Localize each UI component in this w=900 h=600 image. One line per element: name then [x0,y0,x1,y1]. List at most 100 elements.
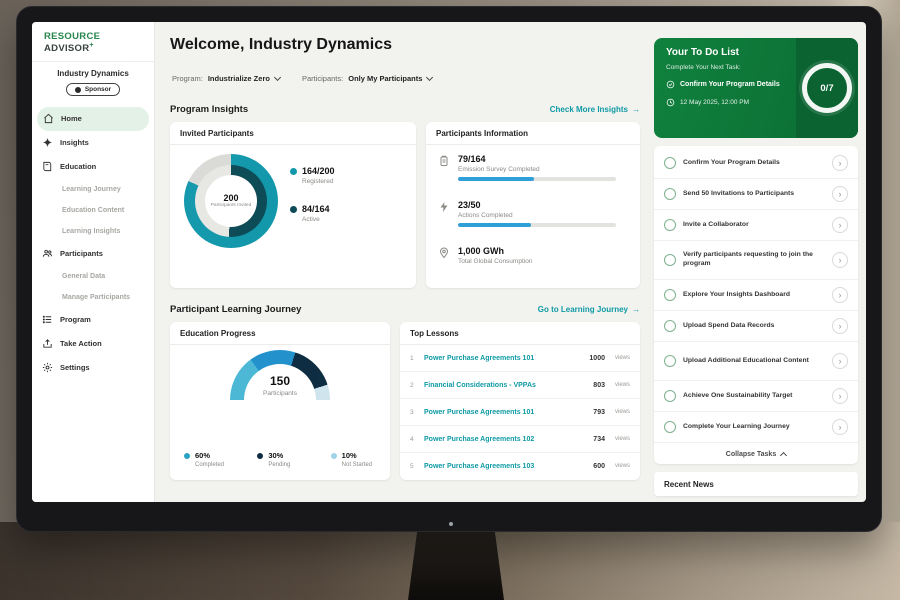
lesson-row: 3 Power Purchase Agreements 101 793 view… [400,399,640,426]
section-title: Participant Learning Journey [170,304,301,315]
actions-lightning-icon [438,201,450,213]
task-checkbox[interactable] [664,188,676,200]
task-checkbox[interactable] [664,355,676,367]
education-progress-card: Education Progress 150 Participants 60% … [170,322,390,480]
task-checkbox[interactable] [664,421,676,433]
lesson-views: 1000 [589,355,605,362]
task-label: Complete Your Learning Journey [683,423,825,432]
card-title: Participants Information [426,122,640,145]
todo-next-task[interactable]: Confirm Your Program Details [666,80,780,89]
task-checkbox[interactable] [664,254,676,266]
chevron-right-icon[interactable]: › [832,388,848,404]
metric-value: 79/164 [458,154,616,164]
lesson-views: 600 [593,463,605,470]
program-dropdown[interactable]: Program: Industrialize Zero [172,74,280,83]
sidebar-item-label: Settings [60,363,90,372]
task-checkbox[interactable] [664,289,676,301]
chevron-right-icon[interactable]: › [832,217,848,233]
task-row[interactable]: Verify participants requesting to join t… [654,241,858,280]
sidebar-item-participants[interactable]: Participants [32,242,154,266]
task-row[interactable]: Upload Spend Data Records › [654,311,858,342]
sidebar-item-learning-insights[interactable]: Learning Insights [32,221,154,242]
lesson-link[interactable]: Power Purchase Agreements 101 [424,409,586,416]
legend-value: 84/164 [302,204,330,214]
lesson-row: 1 Power Purchase Agreements 101 1000 vie… [400,345,640,372]
check-more-insights-link[interactable]: Check More Insights → [550,105,640,114]
chevron-right-icon[interactable]: › [832,318,848,334]
legend-dot [184,453,190,459]
chevron-right-icon[interactable]: › [832,155,848,171]
task-row[interactable]: Explore Your Insights Dashboard › [654,280,858,311]
chevron-right-icon[interactable]: › [832,252,848,268]
legend-label: Completed [195,462,243,468]
recent-news-bar[interactable]: Recent News [654,472,858,496]
sponsor-icon [75,87,81,93]
info-row-survey: 79/164 Emission Survey Completed [438,154,628,181]
sidebar-item-program[interactable]: Program [32,308,154,332]
arrow-right-icon: → [632,105,640,114]
task-row[interactable]: Achieve One Sustainability Target › [654,381,858,412]
sidebar-item-home[interactable]: Home [37,107,149,131]
task-checkbox[interactable] [664,320,676,332]
task-label: Verify participants requesting to join t… [683,251,825,269]
legend-label: Active [302,216,330,223]
gauge-center-label: Participants [170,390,390,397]
go-to-learning-journey-link[interactable]: Go to Learning Journey → [538,305,640,314]
task-row[interactable]: Invite a Collaborator › [654,210,858,241]
task-row[interactable]: Confirm Your Program Details › [654,148,858,179]
take-action-icon [42,338,53,349]
chevron-right-icon[interactable]: › [832,287,848,303]
collapse-tasks-button[interactable]: Collapse Tasks [654,443,858,465]
task-checkbox[interactable] [664,390,676,402]
task-row[interactable]: Complete Your Learning Journey › [654,412,858,443]
task-checkbox[interactable] [664,219,676,231]
screen: RESOURCE ADVISOR+ Industry Dynamics Spon… [32,22,866,502]
task-label: Invite a Collaborator [683,221,825,230]
sidebar-item-label: Take Action [60,339,102,348]
gauge-legend: 60% Completed 30% Pending 10% Not Starte… [170,451,390,468]
sidebar-item-take-action[interactable]: Take Action [32,332,154,356]
sidebar-item-education-content[interactable]: Education Content [32,200,154,221]
todo-title: Your To Do List [666,47,739,58]
lesson-link[interactable]: Power Purchase Agreements 102 [424,436,586,443]
task-row[interactable]: Upload Additional Educational Content › [654,342,858,381]
sidebar-item-settings[interactable]: Settings [32,356,154,380]
chevron-right-icon[interactable]: › [832,419,848,435]
sidebar-item-label: General Data [62,273,105,280]
lesson-link[interactable]: Power Purchase Agreements 101 [424,355,582,362]
lesson-row: 2 Financial Considerations - VPPAs 803 v… [400,372,640,399]
program-label: Program: [172,74,203,83]
progress-fill [458,177,534,181]
lesson-link[interactable]: Power Purchase Agreements 103 [424,463,586,470]
metric-value: 1,000 GWh [458,246,532,256]
sidebar-item-learning-journey[interactable]: Learning Journey [32,179,154,200]
lesson-rank: 2 [410,382,417,389]
legend-completed: 60% Completed [170,451,243,468]
sidebar-item-insights[interactable]: Insights [32,131,154,155]
task-label: Confirm Your Program Details [683,159,825,168]
legend-dot [331,453,337,459]
task-row[interactable]: Send 50 Invitations to Participants › [654,179,858,210]
link-label: Go to Learning Journey [538,305,628,314]
sidebar-item-label: Learning Insights [62,228,120,235]
legend-dot [257,453,263,459]
legend-not-started: 10% Not Started [317,451,390,468]
sidebar-item-general-data[interactable]: General Data [32,266,154,287]
sidebar-item-manage-participants[interactable]: Manage Participants [32,287,154,308]
lesson-link[interactable]: Financial Considerations - VPPAs [424,382,586,389]
lesson-rank: 5 [410,463,417,470]
legend-value: 164/200 [302,166,335,176]
brand-resource: RESOURCE [44,31,100,42]
task-checkbox[interactable] [664,157,676,169]
chevron-right-icon[interactable]: › [832,186,848,202]
task-label: Upload Additional Educational Content [683,357,825,366]
app-logo: RESOURCE ADVISOR+ [32,22,154,62]
invited-participants-donut: 200 Participants Invited [184,154,278,248]
settings-gear-icon [42,362,53,373]
top-lessons-card: Top Lessons 1 Power Purchase Agreements … [400,322,640,480]
chevron-right-icon[interactable]: › [832,353,848,369]
participants-dropdown[interactable]: Participants: Only My Participants [302,74,432,83]
sidebar-item-education[interactable]: Education [32,155,154,179]
sidebar-item-label: Learning Journey [62,186,121,193]
todo-progress-value: 0/7 [820,83,833,94]
